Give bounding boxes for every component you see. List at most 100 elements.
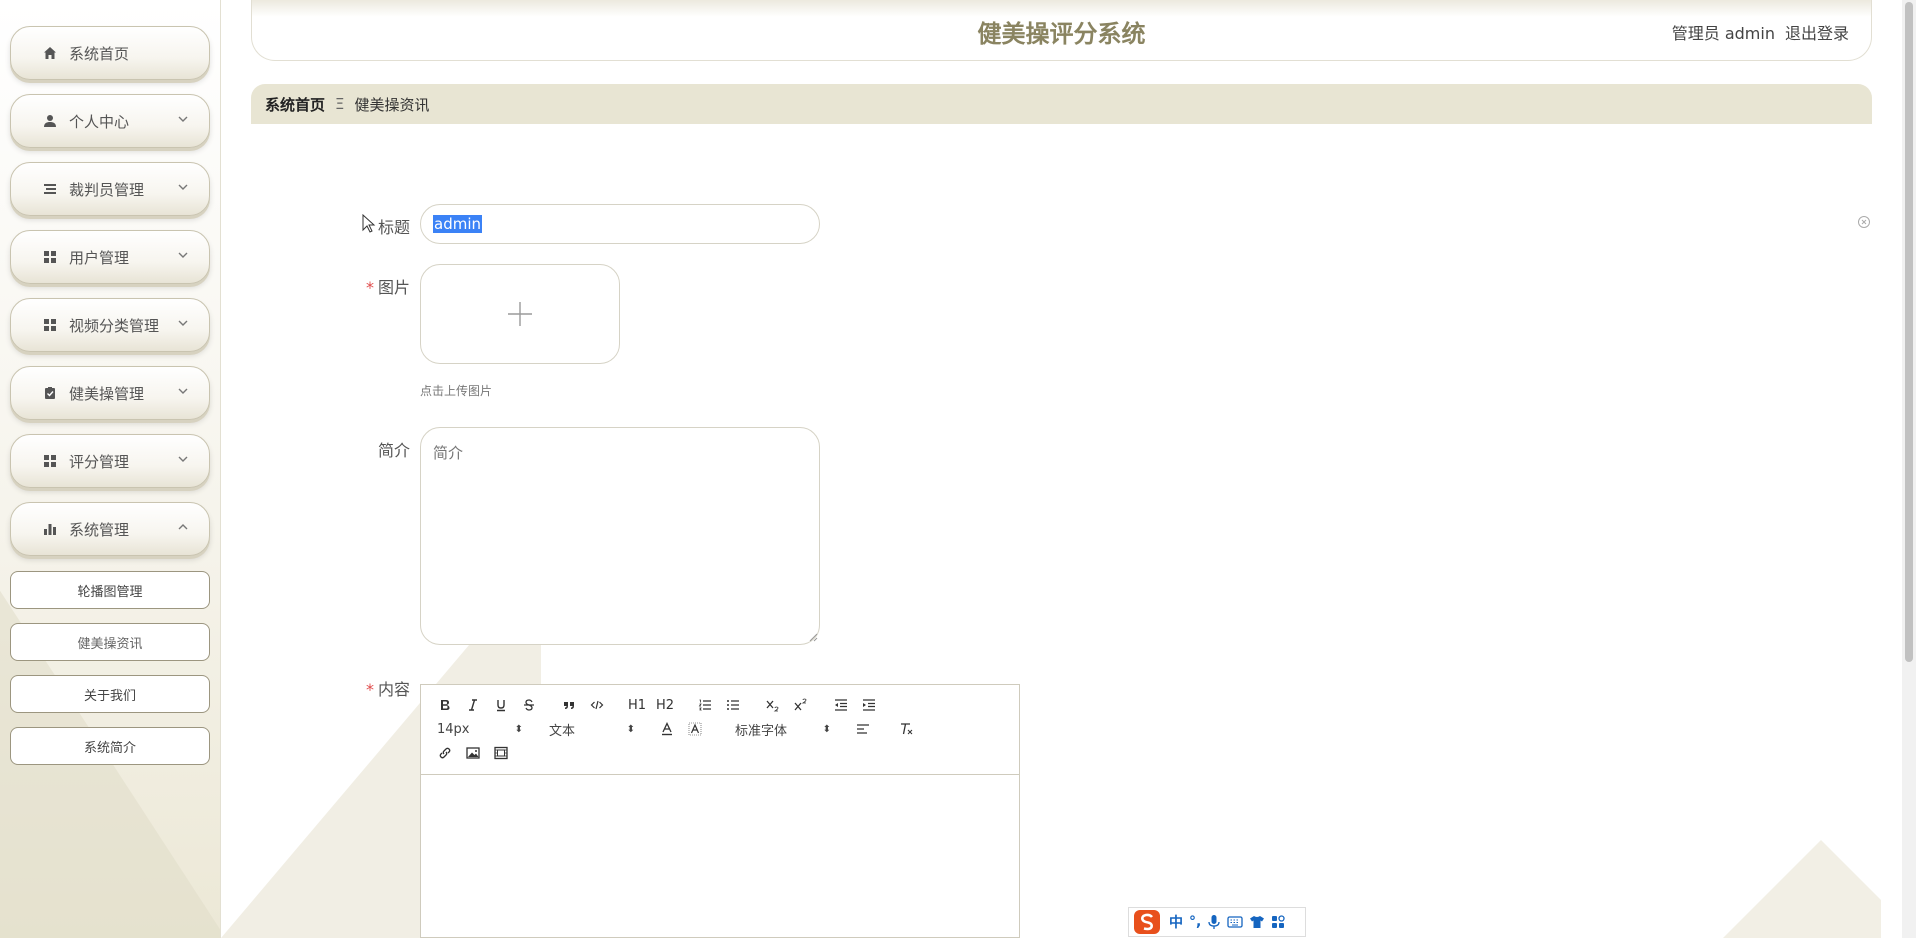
title-input-value: admin [433, 215, 482, 233]
rich-text-editor: H1 H2 14px ⬍ 文本 ⬍ 标准字体 ⬍ [420, 684, 1020, 938]
clear-format-button[interactable] [893, 718, 921, 740]
sidebar-subitem-label: 轮播图管理 [77, 584, 143, 600]
subscript-icon [766, 700, 779, 712]
sidebar-item-personal-center[interactable]: 个人中心 [10, 94, 210, 148]
sidebar-item-video-category-management[interactable]: 视频分类管理 [10, 298, 210, 352]
font-size-select[interactable]: 14px ⬍ [431, 718, 527, 740]
blockquote-button[interactable] [555, 694, 583, 716]
link-icon [439, 747, 451, 759]
ordered-list-button[interactable] [691, 694, 719, 716]
outdent-icon [835, 699, 847, 711]
sidebar-subitem-carousel-management[interactable]: 轮播图管理 [10, 571, 210, 609]
sidebar-item-system-management[interactable]: 系统管理 [10, 502, 210, 556]
header1-button[interactable]: H1 [623, 694, 651, 716]
user-icon [43, 114, 57, 128]
page-scrollbar[interactable] [1902, 0, 1916, 938]
code-block-button[interactable] [583, 694, 611, 716]
grid-icon [43, 454, 57, 468]
sidebar-subitem-about-us[interactable]: 关于我们 [10, 675, 210, 713]
top-header: 健美操评分系统 管理员 admin 退出登录 [251, 0, 1872, 61]
keyboard-icon[interactable] [1227, 915, 1243, 929]
select-arrows-icon: ⬍ [514, 723, 523, 735]
sidebar-item-label: 系统管理 [69, 520, 130, 539]
image-icon [466, 747, 480, 759]
content-label-text: 内容 [377, 680, 410, 699]
header2-button[interactable]: H2 [651, 694, 679, 716]
sidebar-subitem-label: 健美操资讯 [77, 636, 143, 652]
ime-mode[interactable]: 中 [1169, 912, 1183, 932]
sidebar-item-label: 系统首页 [69, 44, 130, 63]
chevron-up-icon [178, 524, 188, 530]
bold-button[interactable] [431, 694, 459, 716]
sidebar-item-label: 评分管理 [69, 452, 130, 471]
upload-hint: 点击上传图片 [420, 384, 493, 398]
editor-toolbar: H1 H2 14px ⬍ 文本 ⬍ 标准字体 ⬍ [421, 685, 1019, 775]
text-style-select[interactable]: 文本 ⬍ [543, 718, 639, 740]
font-family-select[interactable]: 标准字体 ⬍ [735, 718, 835, 740]
breadcrumb-current: 健美操资讯 [354, 95, 430, 114]
subscript-button[interactable] [759, 694, 787, 716]
link-button[interactable] [431, 742, 459, 764]
microphone-icon[interactable] [1207, 914, 1221, 930]
sidebar-subitem-label: 关于我们 [83, 688, 136, 704]
sidebar-item-score-management[interactable]: 评分管理 [10, 434, 210, 488]
sidebar-item-label: 裁判员管理 [69, 180, 145, 199]
video-button[interactable] [487, 742, 515, 764]
plus-icon [508, 302, 532, 326]
ime-punctuation[interactable]: °, [1189, 914, 1201, 930]
code-icon [590, 700, 604, 710]
font-color-button[interactable] [653, 718, 681, 740]
image-upload-button[interactable] [420, 264, 620, 364]
breadcrumb-separator: Ξ [335, 95, 345, 113]
background-color-button[interactable] [681, 718, 709, 740]
sidebar-item-home[interactable]: 系统首页 [10, 26, 210, 80]
sidebar-item-user-management[interactable]: 用户管理 [10, 230, 210, 284]
intro-label: 简介 [290, 437, 410, 461]
scrollbar-thumb[interactable] [1905, 2, 1913, 662]
chevron-down-icon [178, 388, 188, 394]
close-circle-icon[interactable] [1857, 215, 1871, 229]
breadcrumb-home[interactable]: 系统首页 [265, 94, 325, 115]
outdent-button[interactable] [827, 694, 855, 716]
clipboard-check-icon [43, 386, 57, 400]
image-button[interactable] [459, 742, 487, 764]
intro-textarea[interactable] [420, 427, 820, 645]
indent-button[interactable] [855, 694, 883, 716]
grid-icon [43, 318, 57, 332]
italic-button[interactable] [459, 694, 487, 716]
sidebar-subitem-label: 系统简介 [83, 740, 136, 756]
text-style-value: 文本 [549, 723, 576, 739]
ime-toolbar: 中 °, [1128, 907, 1306, 937]
sidebar-item-label: 用户管理 [69, 248, 130, 267]
app-title: 健美操评分系统 [977, 20, 1146, 48]
bullet-list-button[interactable] [719, 694, 747, 716]
underline-icon [497, 700, 505, 712]
grid-icon [43, 250, 57, 264]
background-color-icon [688, 722, 702, 736]
home-icon [43, 46, 57, 60]
editor-content-area[interactable] [421, 775, 1019, 937]
underline-button[interactable] [487, 694, 515, 716]
skin-shirt-icon[interactable] [1249, 915, 1265, 929]
superscript-button[interactable] [787, 694, 815, 716]
font-family-value: 标准字体 [735, 723, 788, 739]
logout-link[interactable]: 退出登录 [1785, 20, 1849, 44]
align-button[interactable] [849, 718, 877, 740]
strikethrough-icon [524, 699, 534, 711]
resize-grip-icon[interactable] [808, 632, 818, 642]
font-size-value: 14px [437, 721, 470, 737]
title-label: 标题 [290, 214, 410, 238]
required-mark: * [365, 680, 374, 699]
toolbox-grid-icon[interactable] [1271, 915, 1285, 929]
strikethrough-button[interactable] [515, 694, 543, 716]
sidebar-item-aerobics-management[interactable]: 健美操管理 [10, 366, 210, 420]
bold-icon [441, 700, 450, 710]
sidebar-item-referee-management[interactable]: 裁判员管理 [10, 162, 210, 216]
title-input[interactable]: admin [420, 204, 820, 244]
sidebar-item-label: 个人中心 [69, 112, 130, 131]
bar-chart-icon [43, 522, 57, 536]
sidebar-subitem-aerobics-news[interactable]: 健美操资讯 [10, 623, 210, 661]
sogou-logo-icon [1134, 910, 1160, 934]
list-icon [43, 182, 57, 196]
sidebar-subitem-system-intro[interactable]: 系统简介 [10, 727, 210, 765]
